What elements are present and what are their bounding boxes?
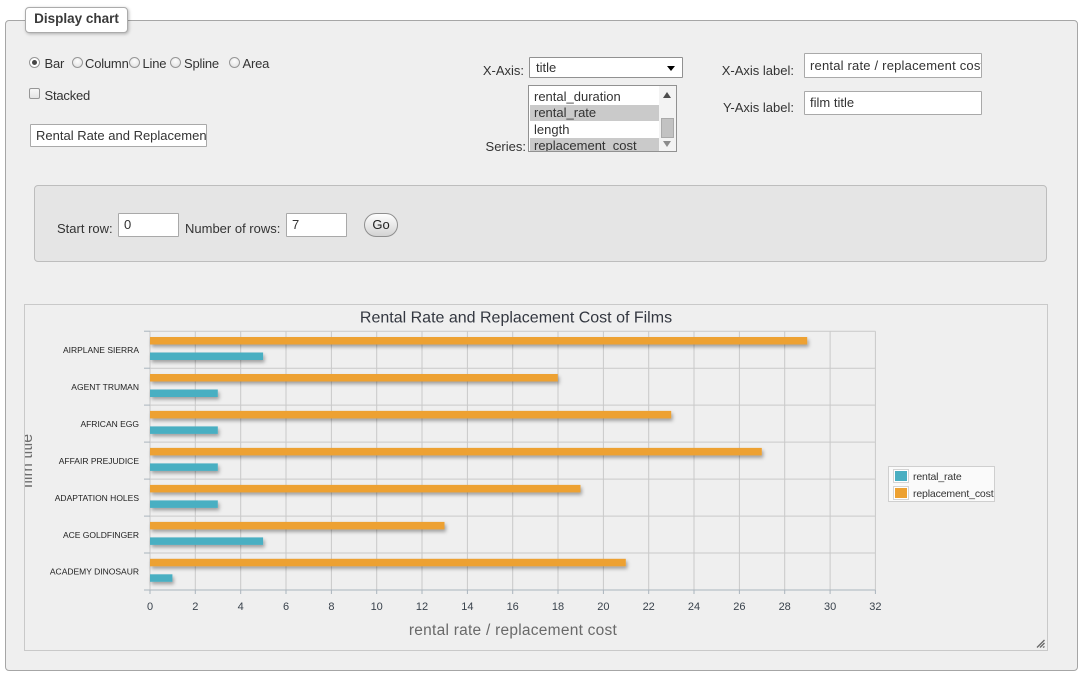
- svg-text:32: 32: [869, 601, 881, 613]
- svg-text:12: 12: [416, 601, 428, 613]
- svg-text:ACE GOLDFINGER: ACE GOLDFINGER: [63, 530, 139, 540]
- svg-text:ADAPTATION HOLES: ADAPTATION HOLES: [55, 493, 140, 503]
- svg-text:Rental Rate and Replacement Co: Rental Rate and Replacement Cost of Film…: [360, 310, 672, 327]
- svg-text:10: 10: [371, 601, 383, 613]
- svg-text:28: 28: [779, 601, 791, 613]
- svg-text:14: 14: [461, 601, 473, 613]
- svg-text:24: 24: [688, 601, 700, 613]
- svg-text:AFFAIR PREJUDICE: AFFAIR PREJUDICE: [59, 456, 140, 466]
- svg-text:film title: film title: [25, 434, 36, 488]
- svg-text:18: 18: [552, 601, 564, 613]
- svg-text:AIRPLANE SIERRA: AIRPLANE SIERRA: [63, 345, 139, 355]
- svg-text:20: 20: [597, 601, 609, 613]
- svg-text:4: 4: [238, 601, 244, 613]
- svg-text:16: 16: [507, 601, 519, 613]
- svg-text:8: 8: [328, 601, 334, 613]
- svg-text:replacement_cost: replacement_cost: [913, 488, 994, 500]
- svg-text:26: 26: [733, 601, 745, 613]
- svg-text:30: 30: [824, 601, 836, 613]
- svg-text:ACADEMY DINOSAUR: ACADEMY DINOSAUR: [50, 567, 139, 577]
- svg-text:rental rate / replacement cost: rental rate / replacement cost: [409, 622, 618, 639]
- svg-text:AFRICAN EGG: AFRICAN EGG: [80, 419, 139, 429]
- svg-text:rental_rate: rental_rate: [913, 471, 962, 483]
- svg-text:22: 22: [643, 601, 655, 613]
- svg-text:AGENT TRUMAN: AGENT TRUMAN: [71, 382, 139, 392]
- svg-text:6: 6: [283, 601, 289, 613]
- svg-text:0: 0: [147, 601, 153, 613]
- svg-text:2: 2: [192, 601, 198, 613]
